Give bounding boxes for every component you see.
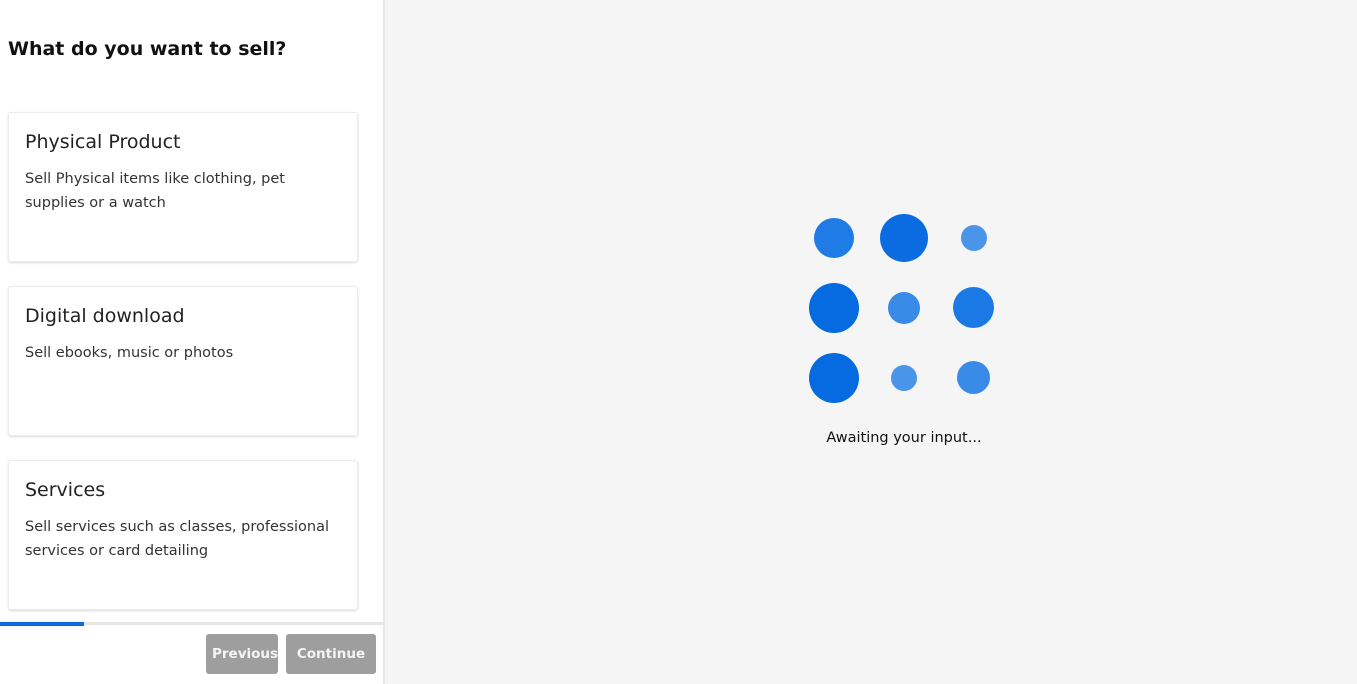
loader-dot <box>880 214 928 262</box>
loader-dot <box>957 361 990 394</box>
option-list: Physical Product Sell Physical items lik… <box>8 112 358 634</box>
loader-dot <box>961 225 987 251</box>
option-card-services[interactable]: Services Sell services such as classes, … <box>8 460 358 610</box>
loader-dot <box>888 292 920 324</box>
option-description: Sell Physical items like clothing, pet s… <box>25 171 285 211</box>
loader-dot <box>809 283 859 333</box>
loader-dot <box>814 218 854 258</box>
option-title: Services <box>25 479 106 501</box>
option-title: Physical Product <box>25 131 181 153</box>
progress-bar <box>0 622 383 626</box>
loader-dot <box>953 287 994 328</box>
option-title: Digital download <box>25 305 185 327</box>
option-card-physical-product[interactable]: Physical Product Sell Physical items lik… <box>8 112 358 262</box>
option-card-digital-download[interactable]: Digital download Sell ebooks, music or p… <box>8 286 358 436</box>
option-description: Sell services such as classes, professio… <box>25 519 330 559</box>
page-title: What do you want to sell? <box>8 38 287 60</box>
status-text: Awaiting your input... <box>826 430 982 446</box>
loader-dot <box>891 365 917 391</box>
left-panel: What do you want to sell? Physical Produ… <box>0 0 385 684</box>
loader-dot <box>809 353 859 403</box>
previous-button[interactable]: Previous <box>206 634 278 674</box>
continue-button[interactable]: Continue <box>286 634 376 674</box>
progress-fill <box>0 622 85 626</box>
option-description: Sell ebooks, music or photos <box>25 345 234 361</box>
